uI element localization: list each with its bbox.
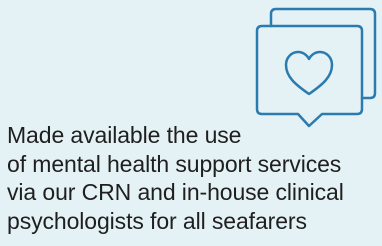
service-description: Made available the use of mental health …	[7, 122, 344, 234]
speech-bubbles-heart-icon	[255, 7, 377, 128]
front-bubble-outline	[255, 24, 364, 128]
heart-icon	[284, 50, 334, 96]
info-card: Made available the use of mental health …	[0, 0, 382, 246]
